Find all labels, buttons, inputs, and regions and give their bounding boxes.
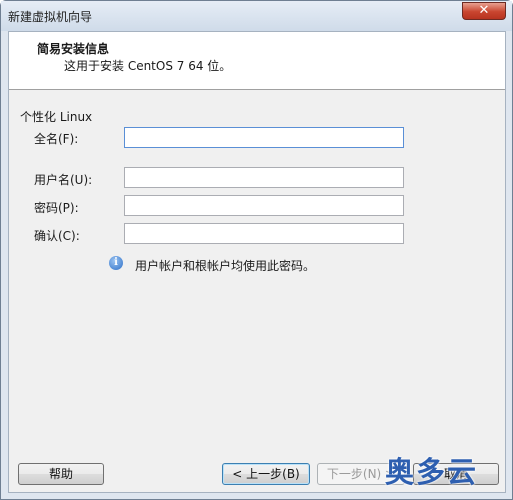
confirm-password-field[interactable] bbox=[124, 223, 404, 244]
password-label: 密码(P): bbox=[34, 201, 79, 215]
username-field[interactable] bbox=[124, 167, 404, 188]
window-title: 新建虚拟机向导 bbox=[8, 10, 93, 24]
wizard-header: 简易安装信息 这用于安装 CentOS 7 64 位。 bbox=[9, 32, 505, 90]
help-button[interactable]: 帮助 bbox=[18, 463, 104, 485]
page-title: 简易安装信息 bbox=[37, 42, 110, 56]
password-field[interactable] bbox=[124, 195, 404, 216]
close-button[interactable]: ✕ bbox=[462, 2, 506, 20]
fullname-label: 全名(F): bbox=[34, 132, 79, 146]
title-bar[interactable]: 新建虚拟机向导 ✕ bbox=[1, 1, 512, 31]
dialog-content: 简易安装信息 这用于安装 CentOS 7 64 位。 个性化 Linux 全名… bbox=[8, 31, 506, 493]
watermark-logo: 奥多云 bbox=[385, 455, 479, 489]
fullname-field[interactable] bbox=[124, 127, 404, 148]
username-label: 用户名(U): bbox=[34, 173, 93, 187]
info-icon: i bbox=[109, 256, 123, 270]
back-button[interactable]: < 上一步(B) bbox=[222, 463, 310, 485]
page-subtitle: 这用于安装 CentOS 7 64 位。 bbox=[64, 59, 232, 73]
section-title: 个性化 Linux bbox=[20, 110, 93, 124]
confirm-label: 确认(C): bbox=[34, 229, 80, 243]
info-message: 用户帐户和根帐户均使用此密码。 bbox=[135, 259, 316, 273]
wizard-window: 新建虚拟机向导 ✕ 简易安装信息 这用于安装 CentOS 7 64 位。 个性… bbox=[0, 0, 513, 500]
